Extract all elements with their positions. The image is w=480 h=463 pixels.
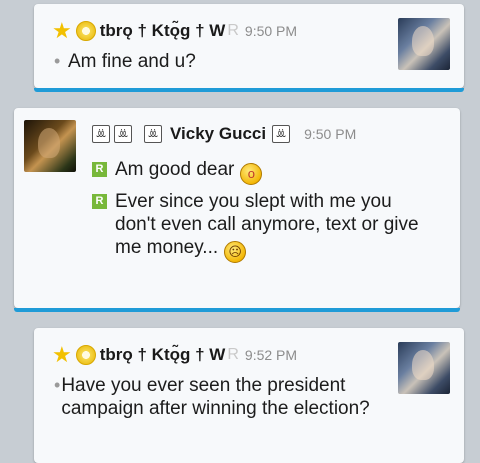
- avatar[interactable]: [24, 120, 76, 172]
- message-time: 9:52 PM: [244, 347, 298, 363]
- message-bubble-1[interactable]: ★ tbrǫ † Ktǫ̃g † W R 9:50 PM • Am fine a…: [34, 4, 464, 92]
- glyph-box-icon: ꔣ: [144, 125, 162, 143]
- status-ring-icon: [75, 345, 96, 365]
- message-bubble-2[interactable]: ꔣ ꔣ ꔣ Vicky Gucci ꔣ 9:50 PM R Am good de…: [14, 108, 460, 312]
- surprised-emoji-icon: o: [240, 163, 263, 185]
- accent-bar: [14, 308, 460, 312]
- message-header: ★ tbrǫ † Ktǫ̃g † W R 9:50 PM: [52, 20, 297, 42]
- sad-emoji-icon: ☹: [224, 241, 247, 263]
- message-bubble-3[interactable]: ★ tbrǫ † Ktǫ̃g † W R 9:52 PM • Have you …: [34, 328, 464, 463]
- sender-name: tbrǫ † Ktǫ̃g † W: [99, 345, 226, 364]
- message-text: Ever since you slept with me you don't e…: [115, 190, 432, 263]
- status-ring-icon: [75, 21, 96, 41]
- read-badge-icon: R: [92, 162, 107, 177]
- message-text: Am fine and u?: [68, 51, 196, 72]
- sender-name-faded: R: [227, 22, 239, 39]
- glyph-box-icon: ꔣ: [272, 125, 291, 143]
- star-icon: ★: [52, 342, 72, 367]
- sender-name-faded: R: [227, 346, 239, 363]
- sender-name: Vicky Gucci: [170, 124, 267, 143]
- glyph-box-icon: ꔣ: [114, 125, 132, 143]
- message-line: R Ever since you slept with me you don't…: [92, 190, 432, 263]
- avatar[interactable]: [398, 18, 450, 70]
- bullet-icon: •: [54, 375, 61, 395]
- glyph-box-icon: ꔣ: [92, 125, 110, 143]
- sender-name: tbrǫ † Ktǫ̃g † W: [99, 21, 226, 40]
- accent-bar: [34, 88, 464, 92]
- star-icon: ★: [52, 18, 72, 43]
- message-line: • Have you ever seen the president campa…: [54, 374, 374, 420]
- message-header: ★ tbrǫ † Ktǫ̃g † W R 9:52 PM: [52, 344, 297, 366]
- avatar[interactable]: [398, 342, 450, 394]
- message-text: Have you ever seen the president campaig…: [61, 375, 370, 419]
- message-time: 9:50 PM: [304, 126, 357, 142]
- message-line: R Am good dear o: [92, 158, 263, 185]
- message-line: • Am fine and u?: [54, 50, 196, 73]
- message-text: Am good dear o: [115, 158, 263, 185]
- bullet-icon: •: [54, 51, 61, 71]
- read-badge-icon: R: [92, 194, 107, 209]
- message-time: 9:50 PM: [244, 23, 298, 39]
- message-header: ꔣ ꔣ ꔣ Vicky Gucci ꔣ 9:50 PM: [92, 124, 356, 144]
